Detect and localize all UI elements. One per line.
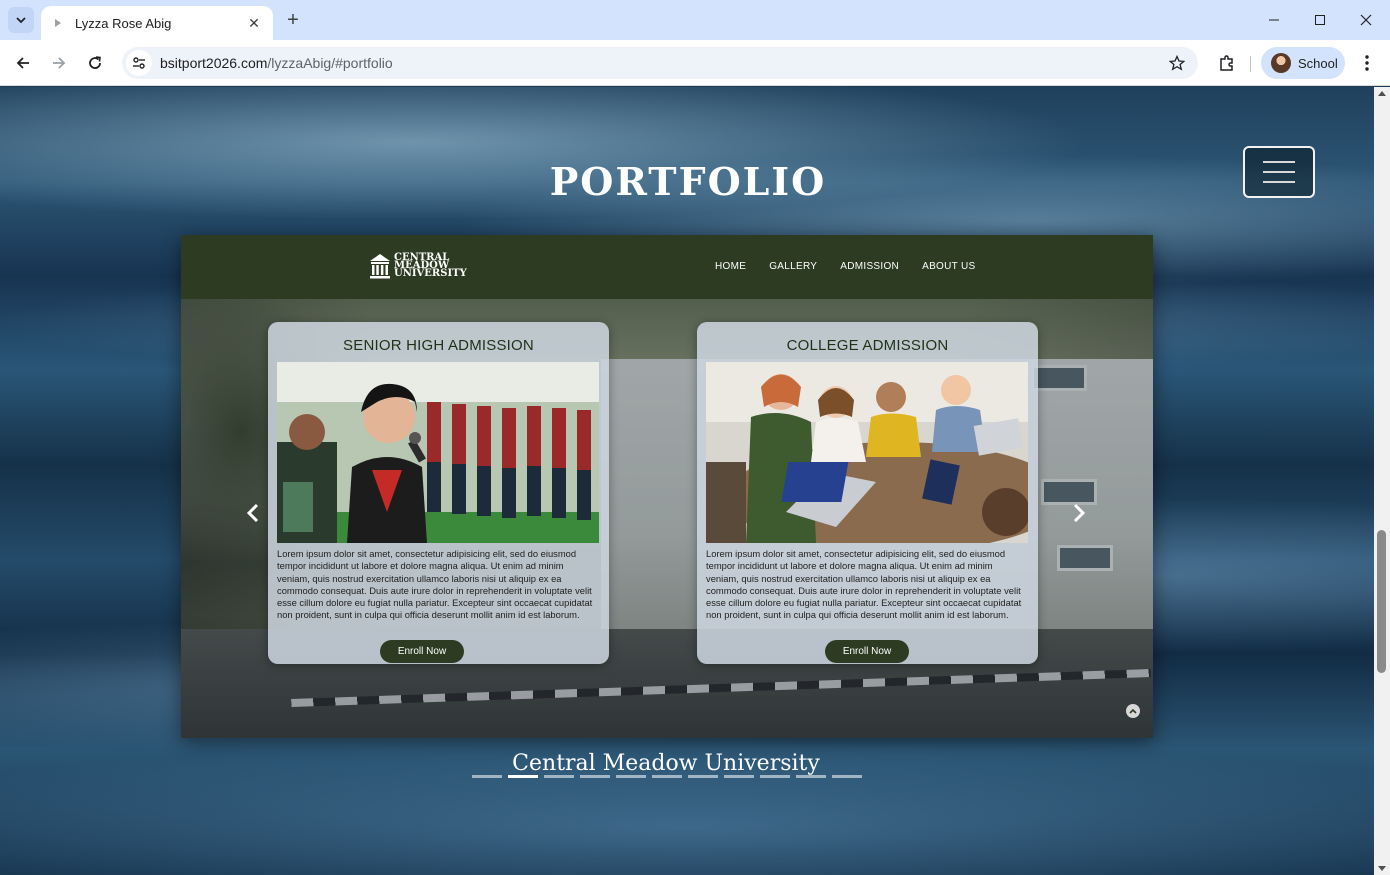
slide-caption: Central Meadow University <box>512 751 820 776</box>
close-tab-icon[interactable]: ✕ <box>245 14 263 32</box>
reload-icon <box>89 56 101 69</box>
students-speaking-photo <box>277 362 599 543</box>
tab-strip: Lyzza Rose Abig ✕ + <box>0 0 1390 40</box>
hamburger-line <box>1263 171 1295 173</box>
forward-button[interactable] <box>44 48 74 78</box>
puzzle-icon <box>1220 55 1233 71</box>
portfolio-slide-preview[interactable]: CENTRAL MEADOW UNIVERSITY HOME GALLERY A… <box>181 235 1153 738</box>
close-icon <box>1360 14 1372 26</box>
carousel-indicator[interactable] <box>832 775 862 778</box>
hamburger-line <box>1263 161 1295 163</box>
scrollbar-thumb[interactable] <box>1377 530 1386 673</box>
site-menu: HOME GALLERY ADMISSION ABOUT US <box>715 261 975 272</box>
university-building-icon <box>370 254 390 279</box>
portfolio-section: PORTFOLIO CENTRAL MEADOW UNIVERSITY HOME… <box>0 87 1374 875</box>
chevron-right-icon <box>1073 503 1086 523</box>
carousel-next-button[interactable] <box>1067 499 1091 527</box>
minimize-button[interactable] <box>1251 0 1297 40</box>
toolbar-separator <box>1250 56 1251 72</box>
carousel-indicator[interactable] <box>544 775 574 778</box>
url-text: bsitport2026.com/lyzzaAbig/#portfolio <box>160 55 1162 71</box>
tab-title: Lyzza Rose Abig <box>75 15 172 31</box>
logo-text: CENTRAL MEADOW UNIVERSITY <box>394 253 467 279</box>
browser-toolbar: bsitport2026.com/lyzzaAbig/#portfolio Sc… <box>0 40 1390 86</box>
chevron-left-icon <box>246 503 259 523</box>
enroll-now-button[interactable]: Enroll Now <box>380 640 464 663</box>
site-navbar: CENTRAL MEADOW UNIVERSITY HOME GALLERY A… <box>181 235 1153 299</box>
nav-gallery[interactable]: GALLERY <box>769 261 817 272</box>
minimize-icon <box>1269 19 1279 21</box>
new-tab-button[interactable]: + <box>281 8 305 32</box>
senior-high-admission-card: SENIOR HIGH ADMISSION Lorem ipsum dolor … <box>268 322 609 664</box>
carousel-indicator[interactable] <box>580 775 610 778</box>
scroll-up-arrow-icon[interactable] <box>1378 91 1386 96</box>
chevron-up-icon <box>1129 708 1137 714</box>
carousel-indicator[interactable] <box>688 775 718 778</box>
page-favicon-icon <box>51 16 65 30</box>
carousel-indicator[interactable] <box>760 775 790 778</box>
more-vert-icon <box>1365 55 1369 71</box>
scroll-down-arrow-icon[interactable] <box>1378 866 1386 871</box>
card-description: Lorem ipsum dolor sit amet, consectetur … <box>706 548 1022 621</box>
reload-button[interactable] <box>80 48 110 78</box>
page-title: PORTFOLIO <box>549 159 827 204</box>
hamburger-line <box>1263 181 1295 183</box>
nav-about-us[interactable]: ABOUT US <box>922 261 975 272</box>
profile-button[interactable]: School <box>1261 47 1345 79</box>
carousel-prev-button[interactable] <box>241 499 265 527</box>
profile-name: School <box>1298 55 1338 71</box>
carousel-indicator[interactable] <box>724 775 754 778</box>
card-title: COLLEGE ADMISSION <box>786 337 949 354</box>
maximize-button[interactable] <box>1297 0 1343 40</box>
address-bar[interactable]: bsitport2026.com/lyzzaAbig/#portfolio <box>122 47 1198 79</box>
college-admission-card: COLLEGE ADMISSION Lorem ipsum dolor sit … <box>697 322 1038 664</box>
close-window-button[interactable] <box>1343 0 1389 40</box>
nav-home[interactable]: HOME <box>715 261 746 272</box>
nav-admission[interactable]: ADMISSION <box>840 261 899 272</box>
page-scrollbar[interactable] <box>1374 87 1390 875</box>
carousel-indicators <box>472 775 862 778</box>
carousel-indicator[interactable] <box>796 775 826 778</box>
tab-search-button[interactable] <box>8 7 34 33</box>
maximize-icon <box>1315 15 1325 25</box>
back-button[interactable] <box>8 48 38 78</box>
students-meeting-photo <box>706 362 1028 543</box>
extensions-button[interactable] <box>1212 48 1242 78</box>
url-path: /lyzzaAbig/#portfolio <box>267 55 393 71</box>
back-to-top-button[interactable] <box>1126 704 1140 718</box>
carousel-indicator[interactable] <box>616 775 646 778</box>
carousel-indicator[interactable] <box>652 775 682 778</box>
avatar <box>1271 53 1291 73</box>
browser-menu-button[interactable] <box>1354 48 1380 78</box>
card-description: Lorem ipsum dolor sit amet, consectetur … <box>277 548 593 621</box>
card-title: SENIOR HIGH ADMISSION <box>343 337 534 354</box>
campus-background: SENIOR HIGH ADMISSION Lorem ipsum dolor … <box>181 299 1153 738</box>
arrow-left-icon <box>16 57 29 69</box>
carousel-indicator[interactable] <box>472 775 502 778</box>
url-host: bsitport2026.com <box>160 55 268 71</box>
carousel-indicator[interactable] <box>508 775 538 778</box>
hamburger-menu-button[interactable] <box>1243 146 1315 198</box>
university-logo[interactable]: CENTRAL MEADOW UNIVERSITY <box>369 253 467 279</box>
chevron-down-icon <box>16 17 26 24</box>
bookmark-star-icon[interactable] <box>1162 48 1192 78</box>
arrow-right-icon <box>53 57 66 69</box>
logo-line: UNIVERSITY <box>394 268 467 279</box>
enroll-now-button[interactable]: Enroll Now <box>825 640 909 663</box>
site-info-icon[interactable] <box>126 50 152 76</box>
browser-tab[interactable]: Lyzza Rose Abig ✕ <box>41 6 273 40</box>
